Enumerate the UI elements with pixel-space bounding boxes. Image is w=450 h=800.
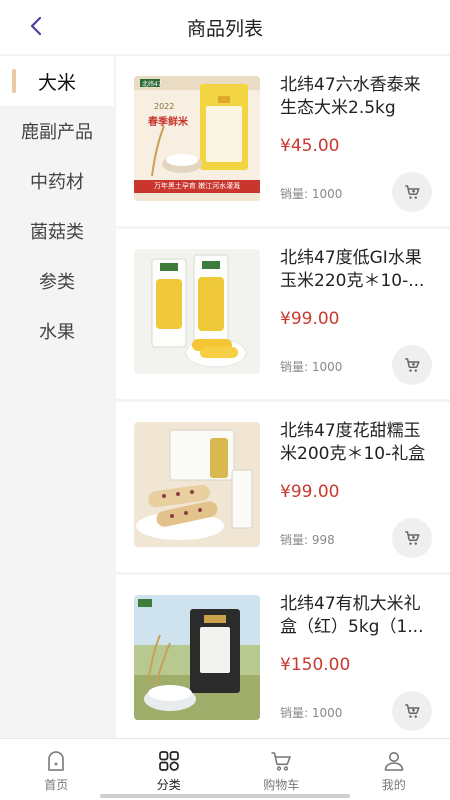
product-image-rice: 2022 春季鲜米 北纬47 万年黑土孕育 嫩江河水灌溉 — [134, 76, 260, 201]
category-herbs[interactable]: 中药材 — [0, 156, 114, 206]
category-mushrooms[interactable]: 菌菇类 — [0, 206, 114, 256]
product-sales: 销量: 1000 — [280, 706, 343, 720]
product-name: 北纬47度花甜糯玉米200克＊10-礼盒 — [280, 421, 426, 464]
category-label: 大米 — [37, 71, 76, 94]
product-image-organic-rice — [134, 595, 260, 720]
tab-category[interactable]: 分类 — [113, 739, 226, 800]
rice-box-banner: 万年黑土孕育 嫩江河水灌溉 — [153, 182, 241, 190]
tab-label: 我的 — [381, 778, 406, 792]
product-card[interactable]: 北纬47度花甜糯玉米200克＊10-礼盒 ¥99.00 销量: 998 — [116, 402, 450, 572]
category-ginseng[interactable]: 参类 — [0, 256, 114, 306]
product-list: 2022 春季鲜米 北纬47 万年黑土孕育 嫩江河水灌溉 北纬47六水香泰来生态… — [114, 54, 450, 738]
product-price: ¥99.00 — [280, 309, 340, 329]
product-price: ¥45.00 — [280, 136, 340, 156]
product-sales: 销量: 1000 — [280, 360, 343, 374]
cart-icon — [405, 704, 420, 718]
home-indicator — [100, 794, 350, 798]
tab-home[interactable]: 首页 — [0, 739, 113, 800]
product-card[interactable]: 北纬47有机大米礼盒（红）5kg（1... ¥150.00 销量: 1000 — [116, 575, 450, 738]
home-icon — [48, 751, 65, 771]
cart-icon — [405, 531, 420, 545]
product-name: 北纬47有机大米礼盒（红）5kg（1... — [280, 594, 424, 637]
user-icon — [384, 752, 404, 771]
page-title: 商品列表 — [186, 18, 263, 40]
tab-label: 购物车 — [263, 778, 300, 792]
category-icon — [158, 751, 179, 771]
product-sales: 销量: 1000 — [280, 187, 343, 201]
product-card[interactable]: 北纬47度低GI水果玉米220克＊10-... ¥99.00 销量: 1000 — [116, 229, 450, 399]
product-name: 北纬47度低GI水果玉米220克＊10-... — [280, 248, 425, 291]
header-bar: 商品列表 — [0, 0, 450, 54]
product-card[interactable]: 2022 春季鲜米 北纬47 万年黑土孕育 嫩江河水灌溉 北纬47六水香泰来生态… — [116, 56, 450, 226]
category-deer-products[interactable]: 鹿副产品 — [0, 106, 114, 156]
cart-icon — [405, 185, 420, 199]
rice-box-brand: 北纬47 — [142, 81, 162, 88]
category-label: 菌菇类 — [30, 222, 84, 243]
category-rice[interactable]: 大米 — [0, 56, 114, 106]
active-indicator — [12, 69, 16, 93]
category-sidebar: 大米 鹿副产品 中药材 菌菇类 参类 水果 — [0, 54, 114, 738]
tab-cart[interactable]: 购物车 — [225, 739, 338, 800]
category-label: 鹿副产品 — [21, 122, 93, 143]
product-price: ¥99.00 — [280, 482, 340, 502]
rice-box-year: 2022 — [154, 102, 175, 111]
category-label: 参类 — [39, 272, 75, 293]
cart-icon — [405, 358, 420, 372]
category-fruit[interactable]: 水果 — [0, 306, 114, 356]
tab-label: 首页 — [44, 778, 69, 792]
tab-profile[interactable]: 我的 — [338, 739, 450, 800]
bottom-tab-bar: 首页 分类 购物车 我的 — [0, 738, 450, 800]
add-to-cart-button[interactable] — [392, 172, 432, 212]
product-name: 北纬47六水香泰来生态大米2.5kg — [280, 75, 421, 118]
add-to-cart-button[interactable] — [392, 345, 432, 385]
cart-icon — [271, 752, 292, 771]
product-price: ¥150.00 — [280, 655, 351, 675]
add-to-cart-button[interactable] — [392, 691, 432, 731]
add-to-cart-button[interactable] — [392, 518, 432, 558]
tab-label: 分类 — [156, 778, 181, 792]
product-sales: 销量: 998 — [280, 533, 335, 547]
product-image-sweet-corn — [134, 422, 260, 547]
product-image-gi-corn — [134, 249, 260, 374]
category-label: 水果 — [39, 322, 75, 343]
category-label: 中药材 — [30, 172, 84, 193]
rice-box-title: 春季鲜米 — [148, 117, 188, 128]
